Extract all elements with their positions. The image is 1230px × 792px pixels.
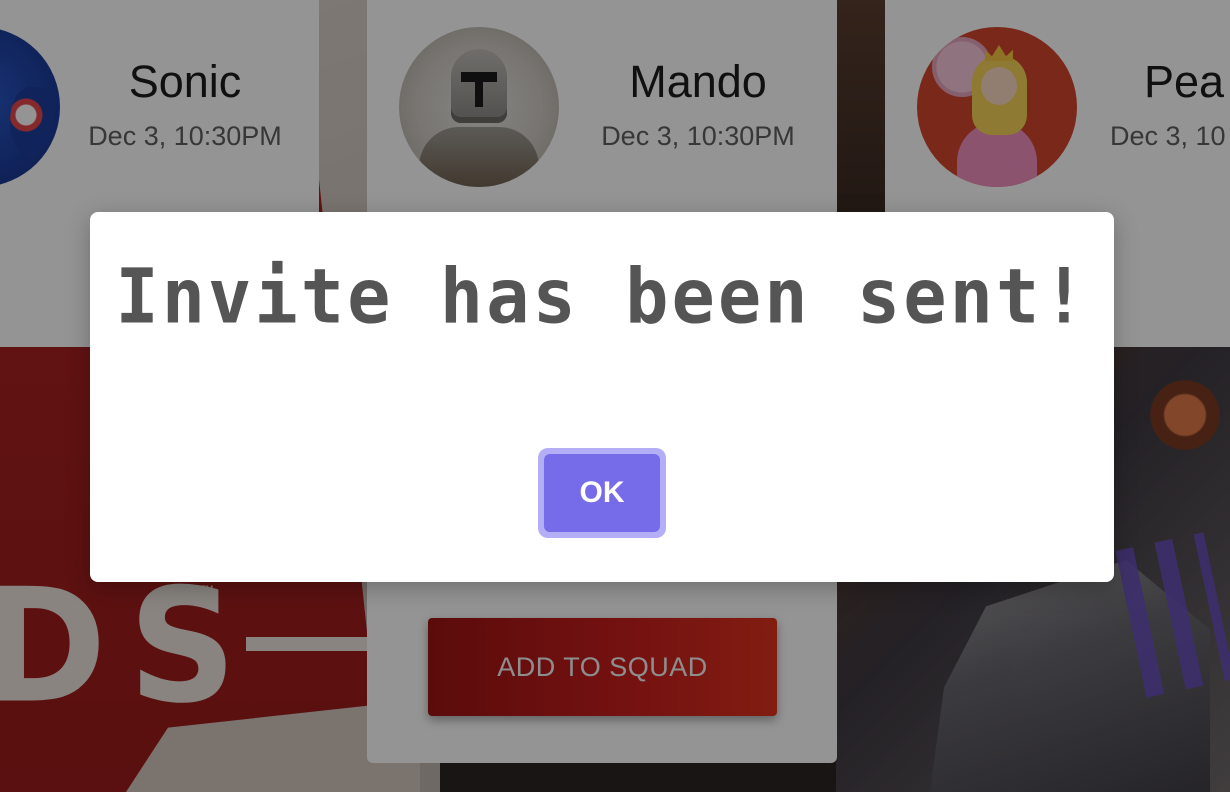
dialog-title: Invite has been sent! — [115, 251, 1089, 341]
ok-button[interactable]: OK — [544, 454, 660, 532]
invite-sent-dialog: Invite has been sent! OK — [90, 212, 1114, 582]
app-screen: DS ™ Sonic Dec 3, 10:30PM Mando Dec 3, 1… — [0, 0, 1230, 792]
